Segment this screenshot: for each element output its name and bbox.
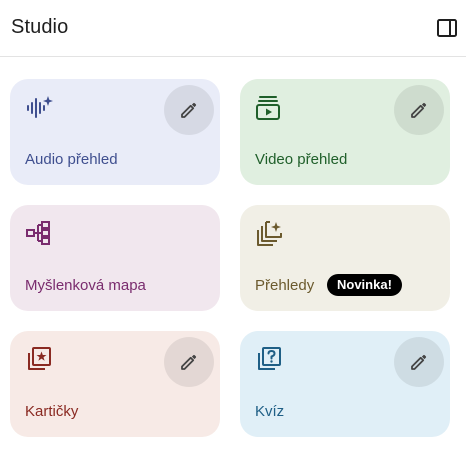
pencil-icon (181, 354, 197, 370)
mind-map-icon (26, 221, 50, 245)
quiz-edit-button[interactable] (394, 337, 444, 387)
quiz-label: Kvíz (255, 403, 285, 420)
video-overview-card[interactable]: Video přehled (240, 79, 450, 185)
mind-map-label: Myšlenková mapa (25, 277, 146, 294)
mind-map-card[interactable]: Myšlenková mapa (10, 205, 220, 311)
audio-overview-card[interactable]: Audio přehled (10, 79, 220, 185)
pencil-icon (181, 102, 197, 118)
quiz-question-icon (258, 347, 281, 370)
page-title: Studio (11, 16, 69, 38)
reports-sparkle-icon (257, 221, 282, 246)
audio-overview-label: Audio přehled (25, 151, 118, 168)
reports-label: Přehledy (255, 277, 315, 294)
flashcards-card[interactable]: Kartičky (10, 331, 220, 437)
pencil-icon (411, 102, 427, 118)
video-overview-label: Video přehled (255, 151, 348, 168)
audio-overview-edit-button[interactable] (164, 85, 214, 135)
audio-waveform-sparkle-icon (27, 96, 53, 118)
video-overview-edit-button[interactable] (394, 85, 444, 135)
video-stack-icon (256, 96, 280, 120)
flashcards-edit-button[interactable] (164, 337, 214, 387)
studio-header: Studio (0, 0, 466, 57)
quiz-card[interactable]: Kvíz (240, 331, 450, 437)
flashcards-label: Kartičky (25, 403, 79, 420)
reports-card[interactable]: Přehledy Novinka! (240, 205, 450, 311)
pencil-icon (411, 354, 427, 370)
new-badge: Novinka! (327, 274, 402, 296)
flashcards-star-icon (28, 347, 51, 370)
side-panel-icon (437, 19, 457, 37)
side-panel-toggle-button[interactable] (434, 15, 460, 41)
